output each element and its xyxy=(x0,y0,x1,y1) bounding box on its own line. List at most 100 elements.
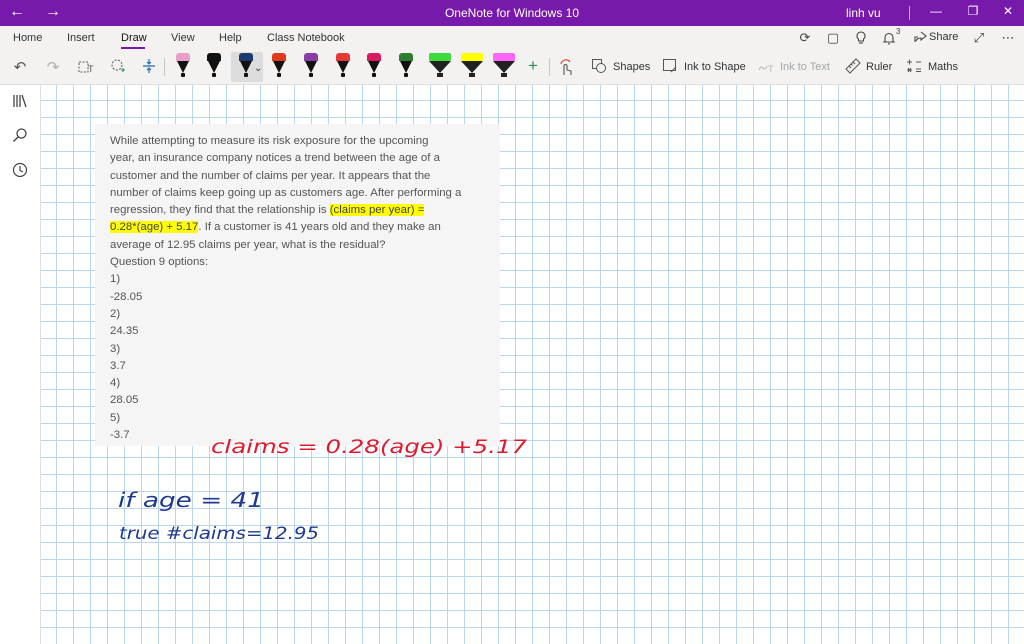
share-icon[interactable] xyxy=(911,31,929,46)
close-icon[interactable]: ✕ xyxy=(998,4,1018,18)
pen-body xyxy=(305,61,317,73)
highlighter-icon[interactable] xyxy=(429,53,451,79)
question-line: regression, they find that the relations… xyxy=(110,202,495,219)
pen-point xyxy=(244,73,248,77)
pen-color-swatch xyxy=(176,53,190,61)
draw-toolbar: ↶ ↷ T ⌄ + Shapes Ink to Shape T Ink to T… xyxy=(0,50,1024,85)
tab-home[interactable]: Home xyxy=(13,32,42,44)
pen-point xyxy=(501,73,507,77)
pen-icon[interactable] xyxy=(272,53,286,79)
tab-view[interactable]: View xyxy=(171,32,195,44)
restore-icon[interactable]: ❐ xyxy=(963,4,983,18)
ink-to-text-button[interactable]: Ink to Text xyxy=(780,61,830,73)
question-line-text: . If a customer is 41 years old and they… xyxy=(198,221,441,234)
question-line: -28.05 xyxy=(110,290,143,303)
question-line: 1) xyxy=(110,273,121,286)
ink-to-text-icon[interactable]: T xyxy=(757,58,777,78)
fullscreen-icon[interactable]: ⤢ xyxy=(970,30,988,46)
chevron-down-icon[interactable]: ⌄ xyxy=(254,63,262,74)
pen-point xyxy=(277,73,281,77)
pen-body xyxy=(208,61,220,73)
redo-icon[interactable]: ↷ xyxy=(43,58,63,76)
question-line: number of claims keep going up as custom… xyxy=(110,186,462,199)
tab-help[interactable]: Help xyxy=(219,32,242,44)
pen-body xyxy=(240,61,252,73)
notification-count: 3 xyxy=(896,27,901,36)
user-name[interactable]: linh vu xyxy=(846,6,881,20)
pen-icon[interactable] xyxy=(367,53,381,79)
add-pen-icon[interactable]: + xyxy=(523,56,543,76)
undo-icon[interactable]: ↶ xyxy=(10,58,30,76)
question-line: 2) xyxy=(110,307,121,320)
pen-icon[interactable] xyxy=(176,53,190,79)
pen-body xyxy=(273,61,285,73)
shapes-button[interactable]: Shapes xyxy=(613,61,650,73)
notebooks-icon[interactable] xyxy=(10,93,30,113)
pen-point xyxy=(341,73,345,77)
minimize-icon[interactable]: — xyxy=(926,4,946,18)
tab-insert[interactable]: Insert xyxy=(67,32,95,44)
pen-body xyxy=(493,61,515,73)
pen-color-swatch xyxy=(399,53,413,61)
svg-text:T: T xyxy=(88,64,94,74)
pen-point xyxy=(212,73,216,77)
touch-drawing-icon[interactable] xyxy=(556,58,576,80)
toolbar-divider xyxy=(164,58,165,76)
tab-draw[interactable]: Draw xyxy=(121,32,147,44)
pen-color-swatch xyxy=(239,53,253,61)
shapes-icon[interactable] xyxy=(589,58,609,78)
pen-point xyxy=(372,73,376,77)
pen-color-swatch xyxy=(304,53,318,61)
notebook-pages-icon[interactable]: ▢ xyxy=(824,30,842,46)
question-line: 24.35 xyxy=(110,325,139,338)
ruler-button[interactable]: Ruler xyxy=(866,61,892,73)
pen-color-swatch xyxy=(461,53,483,61)
pen-color-swatch xyxy=(207,53,221,61)
highlighted-formula: 0.28*(age) + 5.17 xyxy=(110,221,199,234)
pen-color-swatch xyxy=(272,53,286,61)
question-line: 3) xyxy=(110,342,121,355)
share-button[interactable]: Share xyxy=(929,31,958,43)
tab-class-notebook[interactable]: Class Notebook xyxy=(267,32,345,44)
lasso-type-icon[interactable]: T xyxy=(77,60,97,77)
maths-button[interactable]: Maths xyxy=(928,61,958,73)
lightbulb-icon[interactable] xyxy=(852,30,870,48)
lasso-select-icon[interactable] xyxy=(108,58,128,78)
pen-body xyxy=(461,61,483,73)
question-line: customer and the number of claims per ye… xyxy=(110,169,431,182)
question-line-text: regression, they find that the relations… xyxy=(110,204,330,217)
pen-icon[interactable] xyxy=(304,53,318,79)
question-line: year, an insurance company notices a tre… xyxy=(110,152,440,165)
question-text[interactable]: While attempting to measure its risk exp… xyxy=(110,133,495,444)
sync-icon[interactable]: ⟳ xyxy=(796,30,814,46)
maths-icon[interactable] xyxy=(904,58,924,77)
highlighter-icon[interactable] xyxy=(461,53,483,79)
pen-color-swatch xyxy=(493,53,515,61)
pen-body xyxy=(429,61,451,73)
question-line: 5) xyxy=(110,411,121,424)
recent-notes-icon[interactable] xyxy=(10,162,30,182)
pen-body xyxy=(337,61,349,73)
toolbar-divider xyxy=(549,58,550,76)
search-icon[interactable] xyxy=(10,127,30,147)
question-line: -3.7 xyxy=(110,429,130,442)
question-line: 3.7 xyxy=(110,359,126,372)
pen-icon[interactable] xyxy=(207,53,221,79)
pen-icon[interactable]: ⌄ xyxy=(239,53,262,79)
question-line: 28.05 xyxy=(110,394,139,407)
pen-icon[interactable] xyxy=(399,53,413,79)
highlighter-icon[interactable] xyxy=(493,53,515,79)
ink-to-shape-button[interactable]: Ink to Shape xyxy=(684,61,746,73)
question-line: 0.28*(age) + 5.17. If a customer is 41 y… xyxy=(110,219,495,236)
svg-text:T: T xyxy=(768,64,774,74)
ink-to-shape-icon[interactable] xyxy=(660,58,680,78)
question-line: 4) xyxy=(110,377,121,390)
pen-point xyxy=(437,73,443,77)
ruler-icon[interactable] xyxy=(843,58,863,78)
pen-body xyxy=(400,61,412,73)
pen-point xyxy=(309,73,313,77)
pen-icon[interactable] xyxy=(336,53,350,79)
add-space-icon[interactable] xyxy=(139,58,159,78)
more-options-icon[interactable]: ⋯ xyxy=(999,30,1017,46)
active-tab-indicator xyxy=(121,47,145,49)
